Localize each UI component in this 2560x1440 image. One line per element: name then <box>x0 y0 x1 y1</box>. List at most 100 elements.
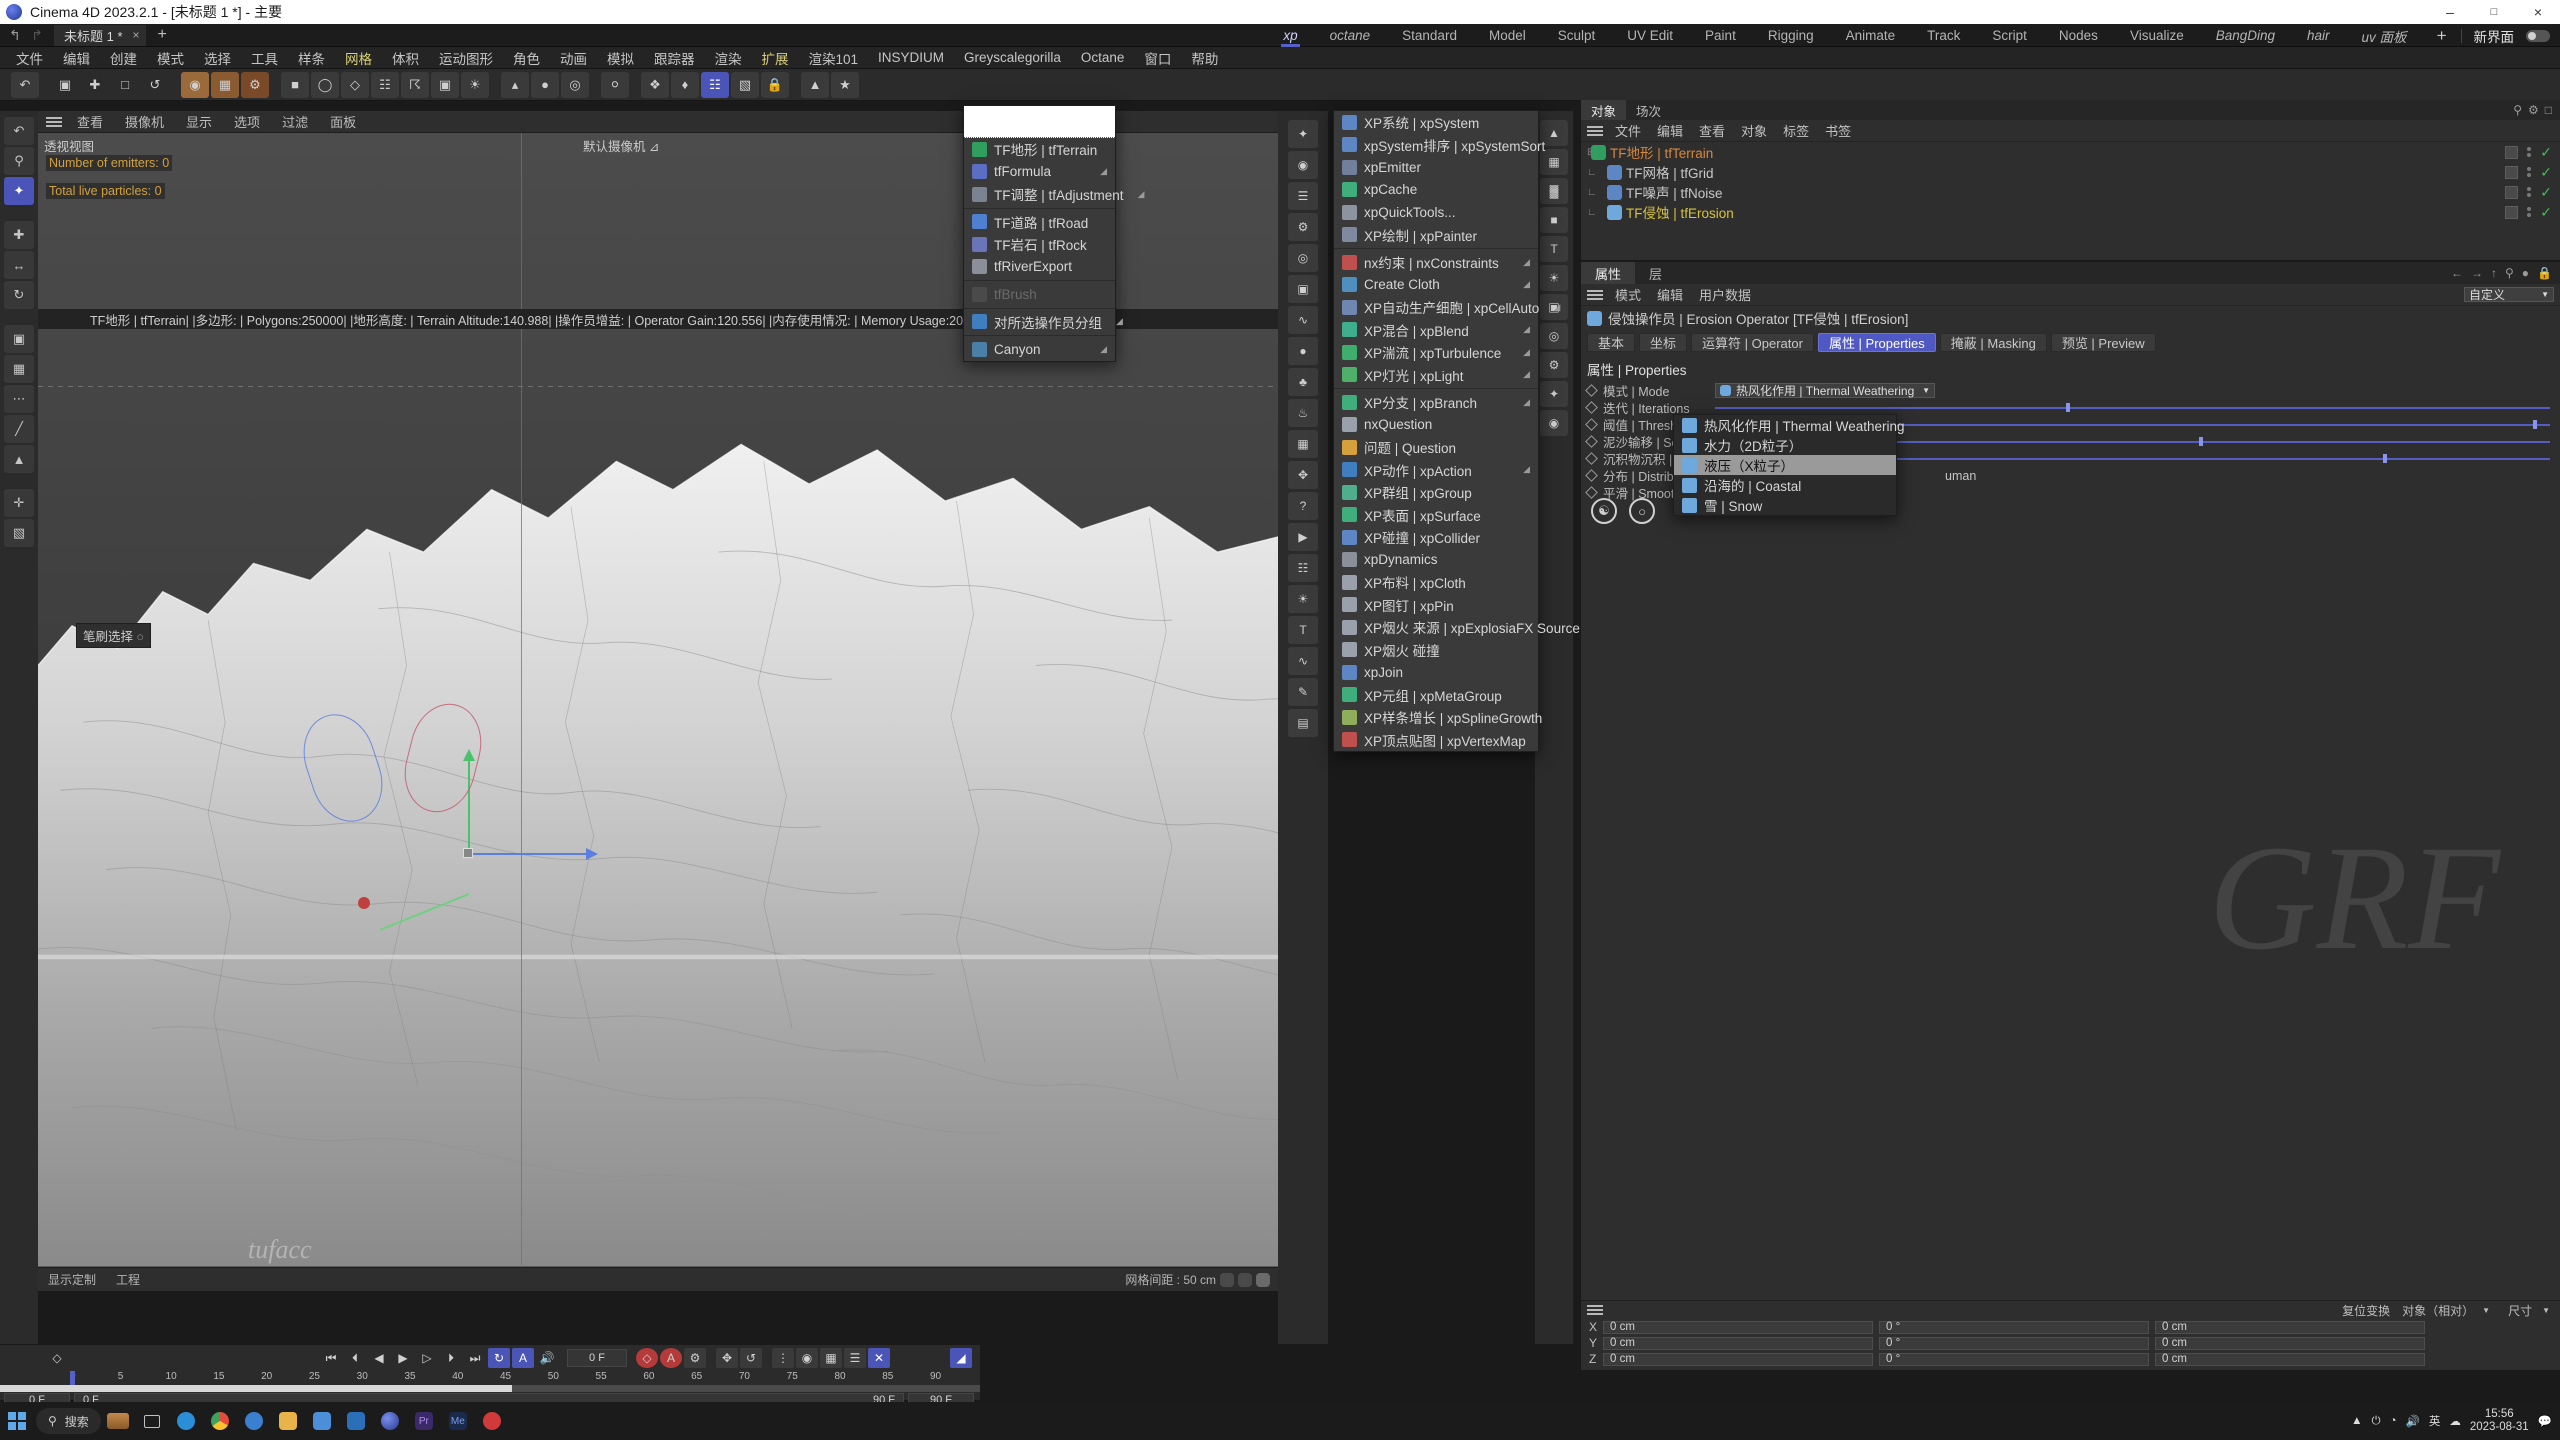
window-close-button[interactable]: × <box>2516 0 2560 24</box>
viewport-footer-project[interactable]: 工程 <box>106 1271 150 1288</box>
sound-toggle-button[interactable]: 🔊 <box>536 1348 558 1368</box>
tf-light-palette-icon[interactable]: ☀ <box>1540 265 1568 291</box>
undo-icon[interactable]: ↰ <box>4 26 26 44</box>
xp-menu-item[interactable]: XP湍流 | xpTurbulence ◢ <box>1334 341 1538 364</box>
tray-network-icon[interactable]: ◔ <box>2390 1415 2397 1427</box>
position-field[interactable]: 0 cm <box>1603 1320 1873 1334</box>
menu-帮助[interactable]: 帮助 <box>1181 47 1228 69</box>
mode-dropdown-popup[interactable]: 热风化作用 | Thermal Weathering 水力（2D粒子） 液压（X粒子… <box>1673 414 1905 516</box>
mode-option[interactable]: 液压（X粒子） <box>1674 455 1896 475</box>
tf-menu-item[interactable]: TF道路 | tfRoad <box>964 211 1115 234</box>
tree-expander-icon[interactable]: ∟ <box>1587 207 1607 218</box>
object-visibility-dots[interactable] <box>2524 207 2534 217</box>
property-tab[interactable]: 运算符 | Operator <box>1691 332 1814 352</box>
material-icon[interactable]: ⚪ <box>601 71 629 98</box>
tf-render-palette-icon[interactable]: ◉ <box>1540 410 1568 436</box>
taskbar-c4d-icon[interactable] <box>373 1404 407 1438</box>
tray-cloud-icon[interactable]: ☁ <box>2449 1414 2461 1428</box>
attribute-lock-icon[interactable]: 🔒 <box>2537 266 2552 280</box>
xp-light-palette-icon[interactable]: ☀ <box>1288 585 1318 613</box>
current-frame-field[interactable]: 0 F <box>567 1349 627 1367</box>
rotate-tool-icon[interactable]: ↺ <box>141 72 169 98</box>
add-document-button[interactable]: + <box>158 27 167 43</box>
play-button[interactable]: ▶ <box>392 1348 414 1368</box>
xp-menu-item[interactable]: XP自动生产细胞 | xpCellAuto ◢ <box>1334 296 1560 319</box>
tab-attributes[interactable]: 属性 <box>1581 262 1636 284</box>
viewport-menu-摄像机[interactable]: 摄像机 <box>114 112 175 131</box>
object-manager-tree[interactable]: ⊞TF地形 | tfTerrain✓∟TF网格 | tfGrid✓∟TF噪声 |… <box>1581 142 2560 222</box>
menu-创建[interactable]: 创建 <box>100 47 147 69</box>
property-keyframe-icon[interactable] <box>1585 401 1598 414</box>
object-manager-settings-icon[interactable]: ⚙ <box>2528 103 2539 117</box>
viewport-footer-display[interactable]: 显示定制 <box>38 1271 106 1288</box>
taskbar-browser2-icon[interactable] <box>237 1404 271 1438</box>
render-view-icon[interactable]: ◉ <box>181 71 209 98</box>
property-keyframe-icon[interactable] <box>1585 435 1598 448</box>
xp-menu-item[interactable]: XP绘制 | xpPainter <box>1334 224 1538 247</box>
layout-tab-rigging[interactable]: Rigging <box>1752 24 1830 47</box>
close-icon[interactable]: × <box>133 28 140 42</box>
menu-角色[interactable]: 角色 <box>503 47 550 69</box>
object-menu-查看[interactable]: 查看 <box>1691 121 1733 140</box>
tf-text-palette-icon[interactable]: T <box>1540 236 1568 262</box>
object-tag-box[interactable] <box>2505 185 2519 199</box>
menu-渲染101[interactable]: 渲染101 <box>799 47 869 69</box>
xp-dynamics-palette-icon[interactable]: ◎ <box>1288 244 1318 272</box>
tool-point-mode-icon[interactable]: ⋯ <box>4 385 34 413</box>
loop-toggle-button[interactable]: ↻ <box>488 1348 510 1368</box>
timeline-curve-button[interactable]: ◢ <box>950 1348 972 1368</box>
tool-axis-icon[interactable]: ✛ <box>4 489 34 517</box>
tool-polygon-mode-icon[interactable]: ▲ <box>4 445 34 473</box>
xp-sprite-palette-icon[interactable]: ● <box>1288 337 1318 365</box>
xp-menu-item[interactable]: XP布料 | xpCloth <box>1334 571 1538 594</box>
taskbar-premiere-icon[interactable]: Pr <box>407 1404 441 1438</box>
tf-target-palette-icon[interactable]: ◎ <box>1540 323 1568 349</box>
next-key-button[interactable]: ⏵ <box>440 1348 462 1368</box>
tool-scale-icon[interactable]: ↔ <box>4 251 34 279</box>
attribute-forward-icon[interactable]: → <box>2471 266 2483 280</box>
menu-选择[interactable]: 选择 <box>194 47 241 69</box>
tool-edge-mode-icon[interactable]: ╱ <box>4 415 34 443</box>
property-slider[interactable] <box>1715 402 2550 413</box>
object-tag-box[interactable] <box>2505 165 2519 179</box>
render-region-icon[interactable]: ▦ <box>211 71 239 98</box>
property-tab[interactable]: 坐标 <box>1639 332 1688 352</box>
tool-move-icon[interactable]: ✚ <box>4 221 34 249</box>
mode-option[interactable]: 雪 | Snow <box>1674 495 1896 515</box>
property-keyframe-icon[interactable] <box>1585 418 1598 431</box>
tf-effector-palette-icon[interactable]: ✦ <box>1540 381 1568 407</box>
start-button-icon[interactable] <box>0 1404 34 1438</box>
menu-窗口[interactable]: 窗口 <box>1134 47 1181 69</box>
xp-menu-item[interactable]: 问题 | Question <box>1334 436 1538 459</box>
tf-cube-palette-icon[interactable]: ■ <box>1540 207 1568 233</box>
property-tab[interactable]: 预览 | Preview <box>2050 332 2156 352</box>
menu-文件[interactable]: 文件 <box>6 47 53 69</box>
tf-settings-palette-icon[interactable]: ⚙ <box>1540 352 1568 378</box>
xp-painter-palette-icon[interactable]: ✎ <box>1288 678 1318 706</box>
object-visibility-dots[interactable] <box>2524 147 2534 157</box>
tf-menu-item[interactable]: tfBrush <box>964 283 1115 306</box>
tool-select-icon[interactable]: ⚲ <box>4 147 34 175</box>
tf-noise-palette-icon[interactable]: ▓ <box>1540 178 1568 204</box>
xparticles-menu-icon[interactable]: ★ <box>831 71 859 98</box>
tf-menu-item[interactable]: TF地形 | tfTerrain <box>964 138 1115 161</box>
property-keyframe-icon[interactable] <box>1585 452 1598 465</box>
menu-体积[interactable]: 体积 <box>382 47 429 69</box>
timeline-settings-button[interactable]: ✕ <box>868 1348 890 1368</box>
go-to-end-button[interactable]: ⏭ <box>464 1348 486 1368</box>
xp-trail-palette-icon[interactable]: ∿ <box>1288 306 1318 334</box>
position-field[interactable]: 0 cm <box>1603 1336 1873 1350</box>
object-row[interactable]: ⊞TF地形 | tfTerrain✓ <box>1581 142 2560 162</box>
xp-menu-item[interactable]: XP表面 | xpSurface <box>1334 504 1538 527</box>
tool-workplane-icon[interactable]: ▧ <box>4 519 34 547</box>
xp-menu-item[interactable]: XP系统 | xpSystem <box>1334 111 1538 134</box>
attribute-menu-用户数据[interactable]: 用户数据 <box>1691 285 1759 304</box>
window-minimize-button[interactable]: – <box>2428 0 2472 24</box>
tree-expander-icon[interactable]: ∟ <box>1587 187 1607 198</box>
menu-运动图形[interactable]: 运动图形 <box>429 47 503 69</box>
rotation-field[interactable]: 0 ° <box>1879 1336 2149 1350</box>
layout-tab-model[interactable]: Model <box>1473 24 1542 47</box>
taskbar-mail-icon[interactable] <box>305 1404 339 1438</box>
mode-option[interactable]: 沿海的 | Coastal <box>1674 475 1896 495</box>
position-key-button[interactable]: ✥ <box>716 1348 738 1368</box>
